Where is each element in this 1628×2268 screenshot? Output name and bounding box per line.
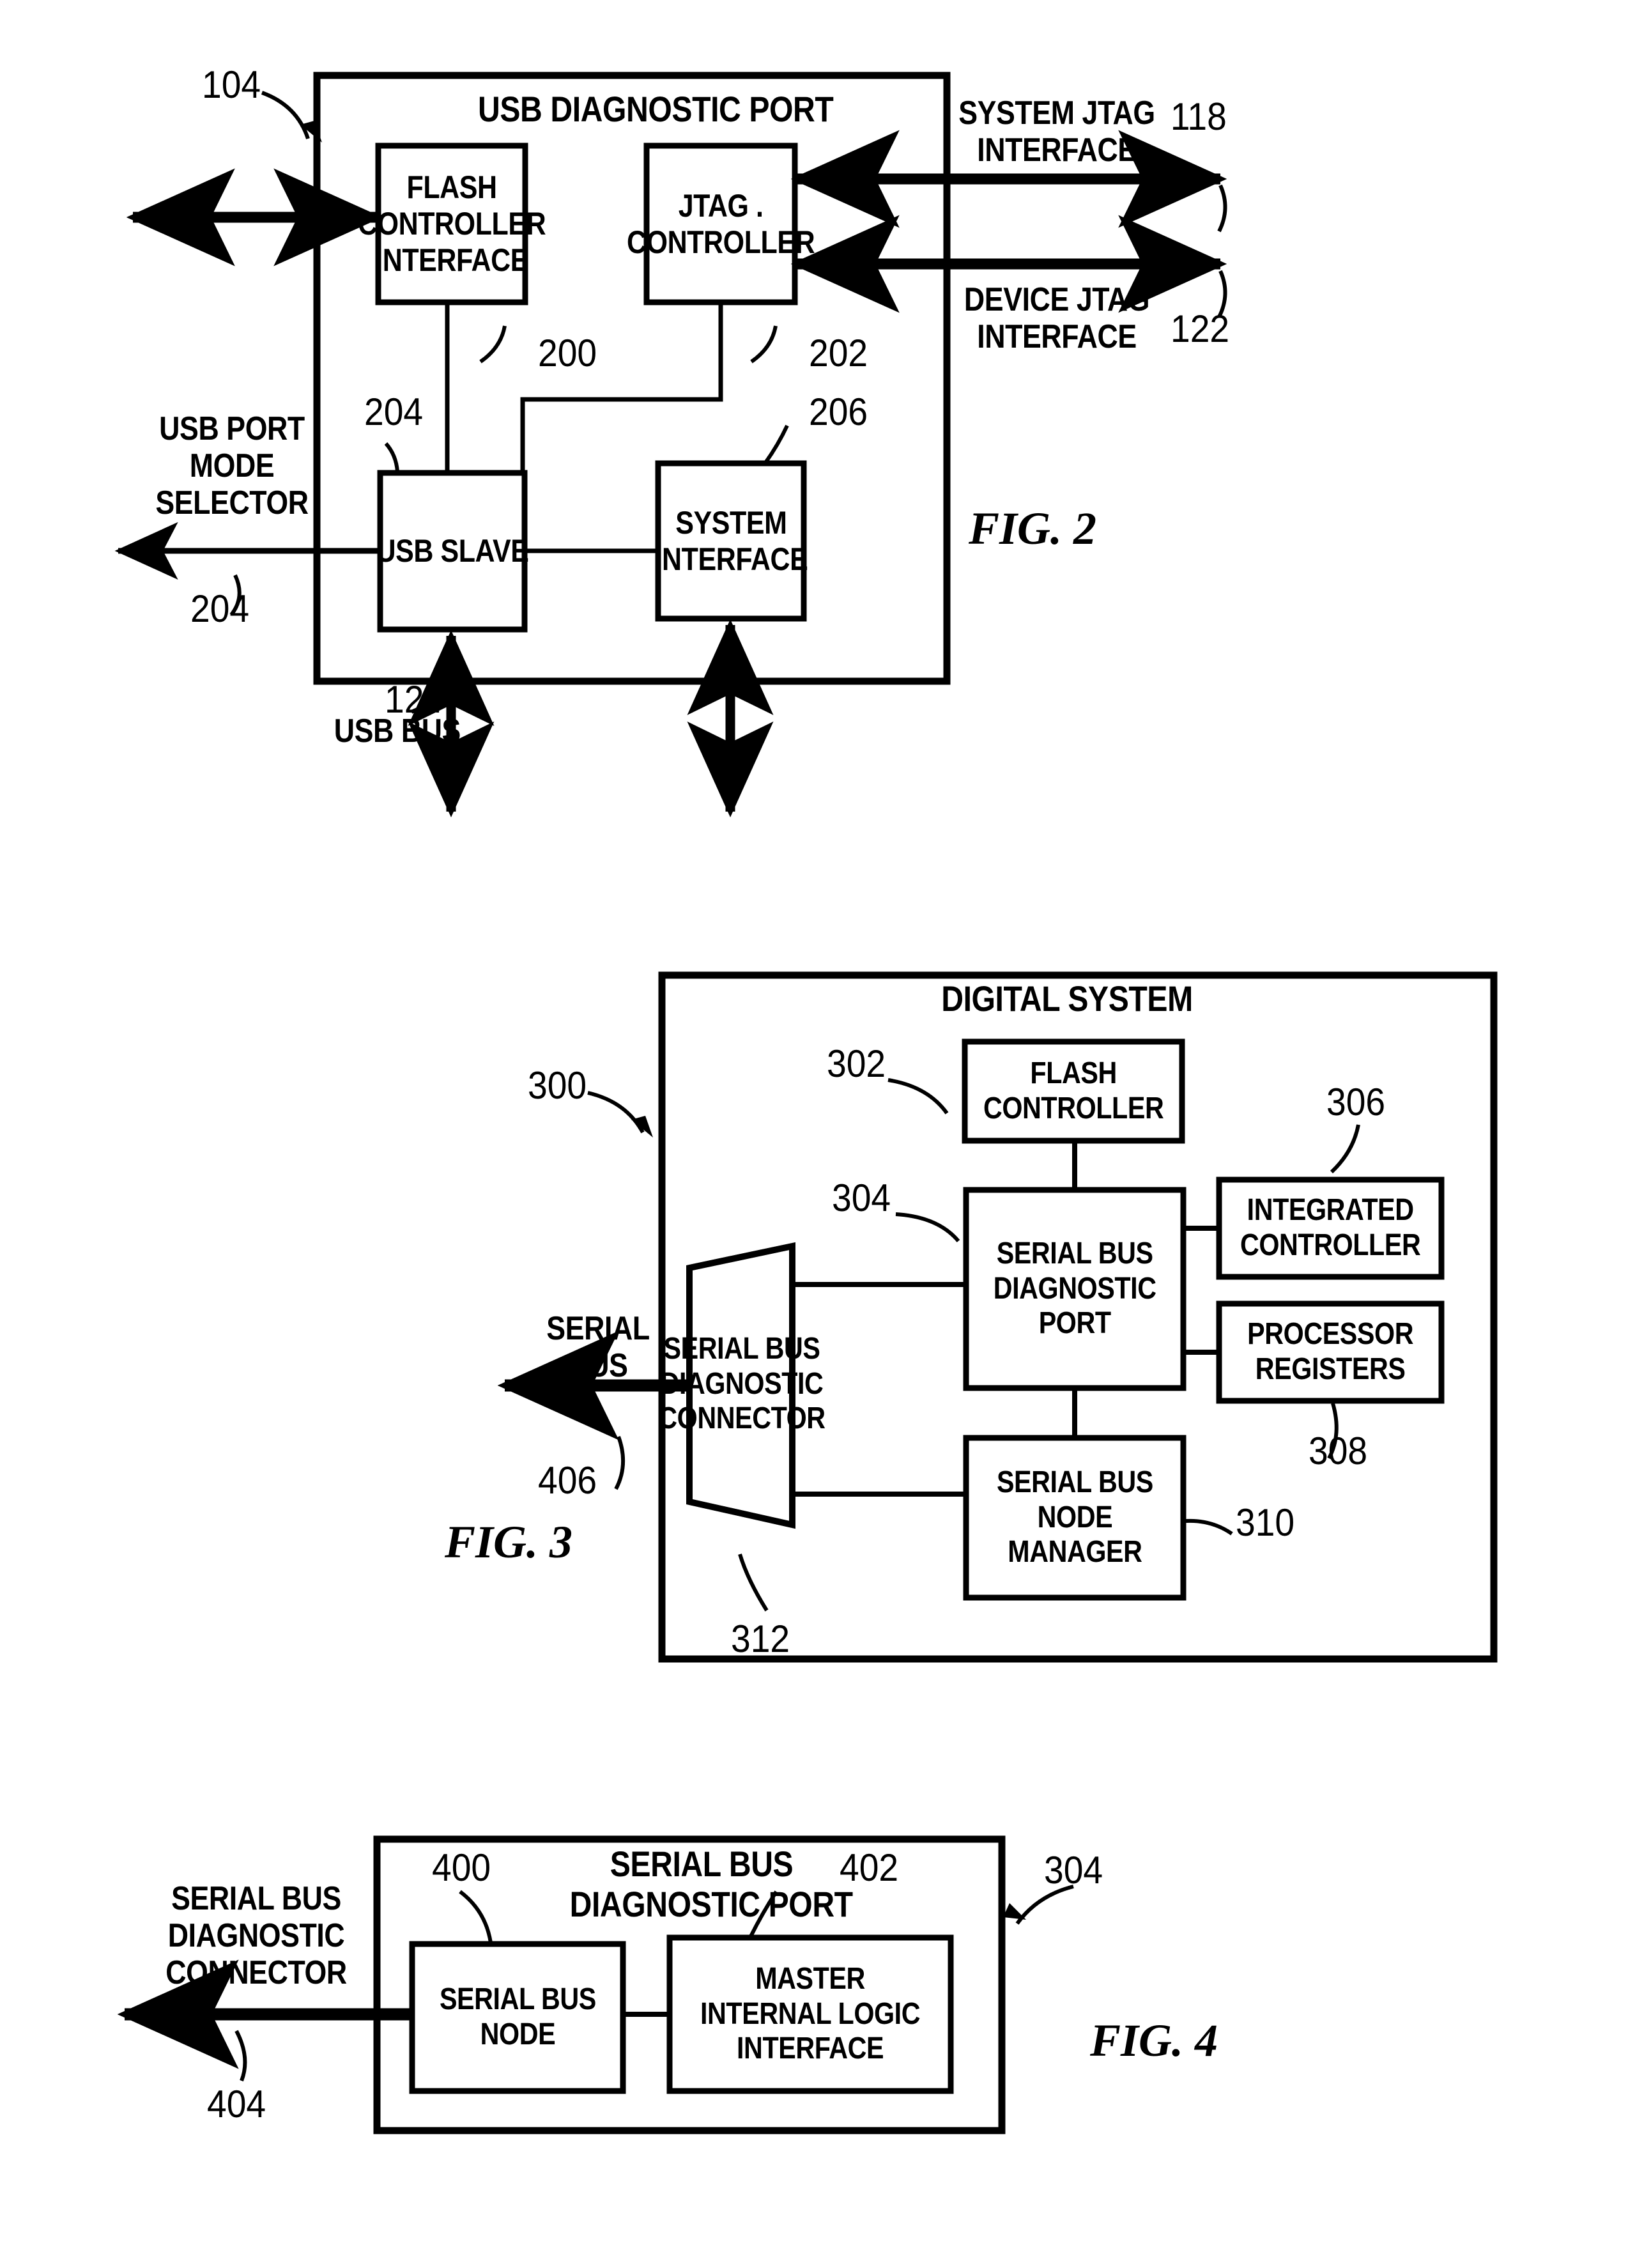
- fig3-box-serial-bus-diagnostic-connector-label: SERIAL BUS DIAGNOSTIC CONNECTOR: [658, 1331, 826, 1436]
- fig2-ref-200: 200: [538, 332, 597, 374]
- fig4-ref-304: 304: [1044, 1849, 1103, 1892]
- fig3-box-serial-bus-diagnostic-port-label: SERIAL BUS DIAGNOSTIC PORT: [993, 1236, 1156, 1341]
- fig4-ref-402: 402: [840, 1846, 899, 1889]
- fig4-box-master-internal-logic-interface-label: MASTER INTERNAL LOGIC INTERFACE: [700, 1961, 921, 2066]
- fig2-ref-204-usb-slave: 204: [364, 390, 424, 433]
- fig3-ref-406: 406: [538, 1459, 597, 1502]
- fig4-caption: FIG. 4: [1090, 2015, 1218, 2066]
- fig2-caption: FIG. 2: [969, 503, 1097, 554]
- fig2-box-system-interface: SYSTEM INTERFACE: [654, 463, 808, 619]
- fig3-caption: FIG. 3: [445, 1516, 573, 1568]
- fig4-ref-400: 400: [432, 1846, 491, 1889]
- fig3-box-processor-registers: PROCESSOR REGISTERS: [1219, 1304, 1441, 1401]
- fig3-ref-310: 310: [1236, 1501, 1295, 1544]
- fig4-box-serial-bus-node-label: SERIAL BUS NODE: [439, 1982, 596, 2051]
- fig3-box-flash-controller: FLASH CONTROLLER: [965, 1042, 1182, 1141]
- fig3-box-serial-bus-diagnostic-connector: SERIAL BUS DIAGNOSTIC CONNECTOR: [658, 1268, 826, 1500]
- fig3-ref-308: 308: [1309, 1430, 1368, 1472]
- fig3-box-serial-bus-node-manager: SERIAL BUS NODE MANAGER: [966, 1438, 1183, 1598]
- fig3-ref-312: 312: [731, 1617, 790, 1660]
- fig2-box-system-interface-label: SYSTEM INTERFACE: [654, 504, 808, 577]
- fig4-ref-404: 404: [207, 2083, 266, 2125]
- fig2-ref-204-mode-selector: 204: [190, 587, 250, 630]
- fig3-box-flash-controller-label: FLASH CONTROLLER: [983, 1056, 1164, 1125]
- fig2-box-usb-slave: USB SLAVE: [376, 473, 528, 629]
- fig2-label-system-jtag-interface: SYSTEM JTAG INTERFACE: [958, 95, 1155, 169]
- fig2-box-flash-controller-interface-label: FLASH CONTROLLER INTERFACE: [357, 169, 546, 278]
- fig2-box-flash-controller-interface: FLASH CONTROLLER INTERFACE: [358, 146, 546, 302]
- fig3-box-integrated-controller: INTEGRATED CONTROLLER: [1219, 1180, 1441, 1277]
- fig2-container-title: USB DIAGNOSTIC PORT: [478, 89, 834, 129]
- fig4-container-title: SERIAL BUS DIAGNOSTIC PORT: [569, 1844, 853, 1924]
- fig2-ref-122: 122: [1171, 307, 1230, 350]
- fig3-label-serial-bus: SERIAL BUS: [546, 1310, 650, 1385]
- fig2-box-jtag-controller-label: JTAG . CONTROLLER: [626, 187, 815, 260]
- fig3-ref-300: 300: [528, 1064, 587, 1107]
- fig2-box-jtag-controller: JTAG . CONTROLLER: [627, 146, 815, 302]
- fig2-ref-202: 202: [809, 332, 868, 374]
- fig3-container-title: DIGITAL SYSTEM: [941, 978, 1193, 1019]
- fig4-label-serial-bus-diagnostic-connector: SERIAL BUS DIAGNOSTIC CONNECTOR: [165, 1880, 347, 1992]
- fig2-label-usb-bus: USB BUS: [334, 713, 461, 750]
- fig2-label-device-jtag-interface: DEVICE JTAG INTERFACE: [964, 281, 1150, 356]
- fig4-box-serial-bus-node: SERIAL BUS NODE: [412, 1944, 623, 2091]
- fig3-ref-306: 306: [1326, 1081, 1386, 1123]
- fig3-box-serial-bus-diagnostic-port: SERIAL BUS DIAGNOSTIC PORT: [966, 1190, 1183, 1388]
- fig3-ref-304: 304: [832, 1176, 891, 1219]
- fig2-ref-104: 104: [202, 63, 261, 106]
- fig2-ref-118: 118: [1170, 95, 1227, 138]
- fig3-box-integrated-controller-label: INTEGRATED CONTROLLER: [1240, 1193, 1421, 1262]
- fig3-box-processor-registers-label: PROCESSOR REGISTERS: [1247, 1317, 1413, 1386]
- fig2-label-usb-port-mode-selector: USB PORT MODE SELECTOR: [155, 410, 309, 522]
- fig2-box-usb-slave-label: USB SLAVE: [376, 533, 529, 569]
- fig3-ref-302: 302: [827, 1042, 886, 1085]
- fig3-box-serial-bus-node-manager-label: SERIAL BUS NODE MANAGER: [996, 1465, 1153, 1570]
- fig2-ref-206: 206: [809, 390, 868, 433]
- fig4-box-master-internal-logic-interface: MASTER INTERNAL LOGIC INTERFACE: [670, 1938, 951, 2091]
- patent-drawing-sheet: USB DIAGNOSTIC PORT 104 FLASH CONTROLLER…: [0, 0, 1628, 2268]
